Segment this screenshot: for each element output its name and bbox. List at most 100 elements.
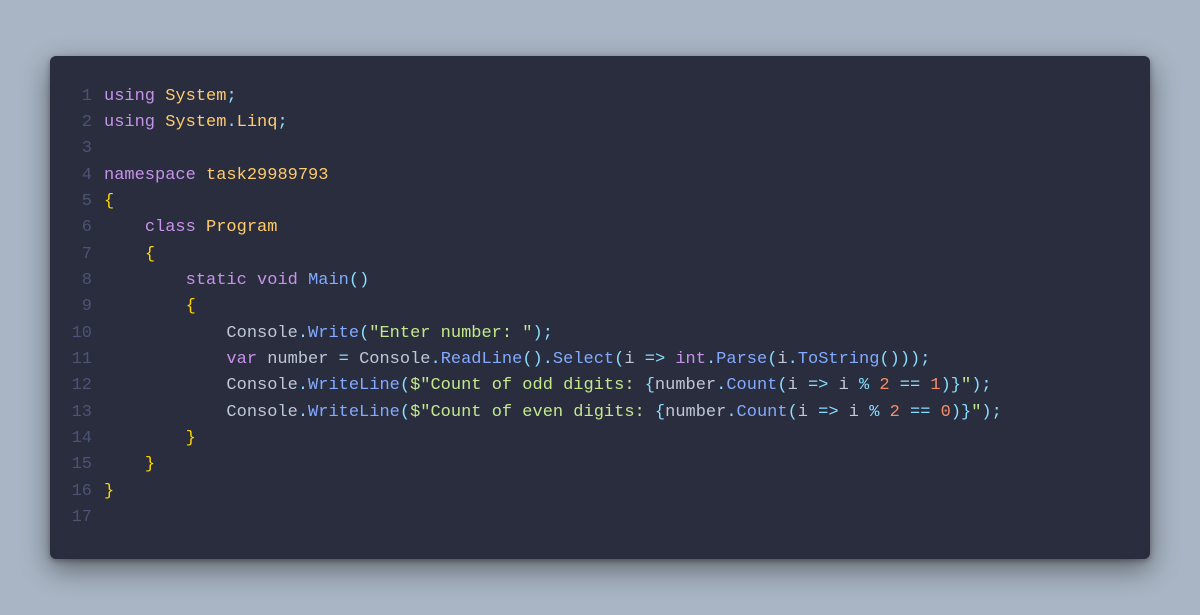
token: task29989793 <box>206 166 328 185</box>
token: Select <box>553 350 614 369</box>
token <box>104 218 145 237</box>
token: i <box>849 403 859 422</box>
line-content: } <box>104 479 1126 505</box>
code-line: 4namespace task29989793 <box>68 163 1126 189</box>
token <box>839 403 849 422</box>
token: } <box>186 429 196 448</box>
token: => <box>808 376 828 395</box>
token: Program <box>206 218 277 237</box>
line-number: 1 <box>68 84 104 110</box>
token <box>196 218 206 237</box>
token: == <box>910 403 930 422</box>
token: ToString <box>798 350 880 369</box>
token: 2 <box>879 376 889 395</box>
token: Count <box>737 403 788 422</box>
token: . <box>430 350 440 369</box>
line-number: 8 <box>68 268 104 294</box>
token: )} <box>941 376 961 395</box>
line-content: var number = Console.ReadLine().Select(i… <box>104 347 1126 373</box>
line-content: { <box>104 294 1126 320</box>
line-number: 9 <box>68 294 104 320</box>
line-content: using System; <box>104 84 1126 110</box>
token: . <box>226 113 236 132</box>
token: . <box>298 324 308 343</box>
token <box>104 297 186 316</box>
token: namespace <box>104 166 196 185</box>
code-line: 13 Console.WriteLine($"Count of even dig… <box>68 400 1126 426</box>
token: ; <box>543 324 553 343</box>
token: 1 <box>930 376 940 395</box>
code-line: 11 var number = Console.ReadLine().Selec… <box>68 347 1126 373</box>
token: { <box>104 192 114 211</box>
token <box>104 350 226 369</box>
token: $"Count of even digits: <box>410 403 655 422</box>
code-line: 16} <box>68 479 1126 505</box>
token <box>298 271 308 290</box>
token: . <box>788 350 798 369</box>
token <box>920 376 930 395</box>
token: { <box>186 297 196 316</box>
token: ( <box>777 376 787 395</box>
code-line: 15 } <box>68 452 1126 478</box>
code-line: 5{ <box>68 189 1126 215</box>
token: ); <box>971 376 991 395</box>
code-line: 7 { <box>68 242 1126 268</box>
line-number: 15 <box>68 452 104 478</box>
line-content <box>104 505 1126 531</box>
line-number: 12 <box>68 373 104 399</box>
token: i <box>788 376 798 395</box>
code-line: 14 } <box>68 426 1126 452</box>
line-number: 13 <box>68 400 104 426</box>
code-line: 2using System.Linq; <box>68 110 1126 136</box>
token: 0 <box>941 403 951 422</box>
token: ReadLine <box>441 350 523 369</box>
token <box>930 403 940 422</box>
line-number: 16 <box>68 479 104 505</box>
code-line: 8 static void Main() <box>68 268 1126 294</box>
token: WriteLine <box>308 403 400 422</box>
token <box>349 350 359 369</box>
token: . <box>298 403 308 422</box>
line-content: Console.WriteLine($"Count of odd digits:… <box>104 373 1126 399</box>
token: var <box>226 350 257 369</box>
token: Console <box>359 350 430 369</box>
token <box>859 403 869 422</box>
token: ( <box>614 350 624 369</box>
token <box>808 403 818 422</box>
token <box>104 245 145 264</box>
token: Console <box>226 376 297 395</box>
token: number <box>665 403 726 422</box>
token: Count <box>726 376 777 395</box>
token: ( <box>400 403 410 422</box>
token: )} <box>951 403 971 422</box>
code-line: 3 <box>68 136 1126 162</box>
code-block: 1using System;2using System.Linq;34names… <box>68 84 1126 532</box>
token: ( <box>400 376 410 395</box>
token <box>104 455 145 474</box>
token: System <box>165 87 226 106</box>
token: Console <box>226 324 297 343</box>
token <box>798 376 808 395</box>
token <box>104 271 186 290</box>
token: (). <box>522 350 553 369</box>
token: Main <box>308 271 349 290</box>
token: using <box>104 87 155 106</box>
code-line: 9 { <box>68 294 1126 320</box>
token: { <box>145 245 155 264</box>
token <box>104 324 226 343</box>
code-line: 17 <box>68 505 1126 531</box>
token: number <box>267 350 328 369</box>
line-number: 7 <box>68 242 104 268</box>
code-line: 1using System; <box>68 84 1126 110</box>
token: == <box>900 376 920 395</box>
token: i <box>798 403 808 422</box>
token: "Enter number: " <box>369 324 532 343</box>
token: Linq <box>237 113 278 132</box>
line-content <box>104 136 1126 162</box>
token: class <box>145 218 196 237</box>
token <box>665 350 675 369</box>
token <box>900 403 910 422</box>
line-number: 17 <box>68 505 104 531</box>
token: number <box>655 376 716 395</box>
token: i <box>839 376 849 395</box>
